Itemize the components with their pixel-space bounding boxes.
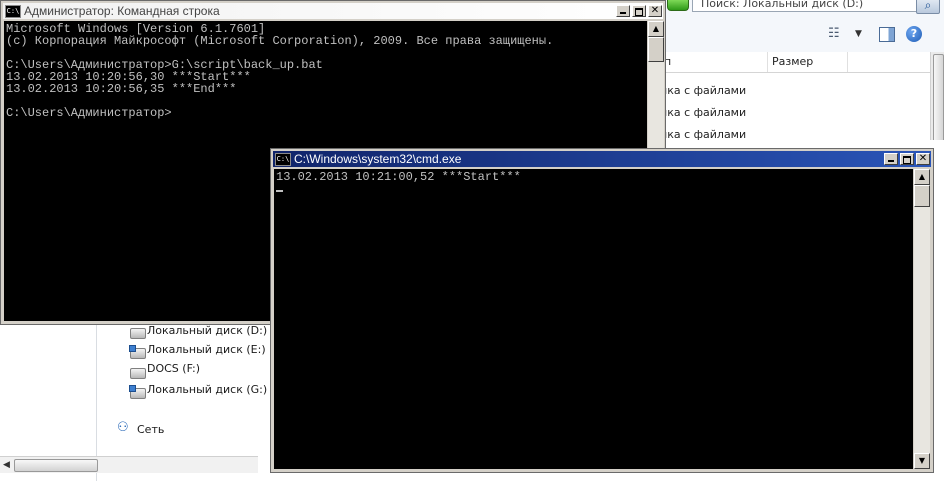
- file-list-row[interactable]: пка с файлами: [660, 103, 746, 123]
- up-arrow-icon: ▲: [652, 24, 660, 33]
- help-icon[interactable]: ?: [906, 26, 922, 42]
- console-line: 13.02.2013 10:20:56,35 ***End***: [6, 82, 237, 96]
- file-list-scrollbar[interactable]: [930, 52, 944, 152]
- close-icon: ✕: [918, 153, 928, 164]
- scroll-left-icon[interactable]: ◀: [3, 460, 10, 470]
- scroll-up-button[interactable]: ▲: [914, 169, 930, 185]
- cmd-window-batch: C:\ C:\Windows\system32\cmd.exe ✕ 13.02.…: [270, 148, 934, 473]
- navigation-pane-hscrollbar[interactable]: ◀: [0, 456, 258, 473]
- console-vscrollbar[interactable]: ▲ ▼: [914, 169, 930, 469]
- console-text: 13.02.2013 10:21:00,52 ***Start***: [274, 169, 913, 195]
- scrollbar-thumb[interactable]: [914, 185, 930, 207]
- network-drive-icon: [129, 385, 146, 399]
- view-dropdown-icon[interactable]: ▼: [855, 29, 862, 39]
- console-text: Microsoft Windows [Version 6.1.7601] (c)…: [4, 21, 647, 119]
- drive-icon: [130, 368, 146, 379]
- window-title: Администратор: Командная строка: [24, 4, 220, 18]
- down-arrow-icon: ▼: [918, 456, 926, 465]
- scroll-down-button[interactable]: ▼: [914, 453, 930, 469]
- console-line: (c) Корпорация Майкрософт (Microsoft Cor…: [6, 34, 554, 48]
- preview-pane-icon[interactable]: [879, 27, 895, 42]
- view-options-icon[interactable]: ☷: [828, 27, 844, 40]
- nav-item-drive-f[interactable]: DOCS (F:): [147, 360, 200, 378]
- forward-button[interactable]: [667, 0, 689, 11]
- nav-item-drive-g[interactable]: Локальный диск (G:): [147, 381, 267, 399]
- file-list-row[interactable]: пка с файлами: [660, 81, 746, 101]
- search-icon: ⌕: [924, 0, 932, 12]
- cmd-app-icon[interactable]: C:\: [5, 4, 21, 18]
- window-title: C:\Windows\system32\cmd.exe: [294, 152, 462, 166]
- console-output[interactable]: 13.02.2013 10:21:00,52 ***Start***: [274, 169, 913, 469]
- drive-icon: [130, 328, 146, 339]
- scrollbar-thumb[interactable]: [14, 459, 98, 472]
- scrollbar-thumb[interactable]: [648, 37, 664, 62]
- console-line: 13.02.2013 10:21:00,52 ***Start***: [276, 170, 521, 184]
- close-button[interactable]: ✕: [916, 153, 930, 165]
- text-cursor: [276, 190, 283, 192]
- nav-item-drive-e[interactable]: Локальный диск (E:): [147, 341, 266, 359]
- search-input[interactable]: Поиск: Локальный диск (D:): [692, 0, 922, 12]
- maximize-button[interactable]: [632, 5, 646, 17]
- cmd-titlebar[interactable]: C:\ Администратор: Командная строка ✕: [3, 3, 663, 19]
- cmd-app-icon[interactable]: C:\: [275, 152, 291, 166]
- console-line: C:\Users\Администратор>: [6, 106, 172, 120]
- up-arrow-icon: ▲: [918, 172, 926, 181]
- network-drive-icon: [129, 345, 146, 359]
- close-icon: ✕: [650, 5, 660, 16]
- maximize-button[interactable]: [900, 153, 914, 165]
- scroll-up-button[interactable]: ▲: [648, 21, 664, 37]
- close-button[interactable]: ✕: [648, 5, 662, 17]
- network-icon: ⚇: [117, 420, 129, 435]
- file-list-header: п Размер: [660, 52, 930, 73]
- scrollbar-thumb[interactable]: [933, 54, 944, 146]
- nav-item-network[interactable]: Сеть: [137, 421, 164, 439]
- search-button[interactable]: ⌕: [916, 0, 940, 14]
- minimize-button[interactable]: [616, 5, 630, 17]
- column-name-header[interactable]: п: [660, 52, 768, 72]
- cmd-titlebar[interactable]: C:\ C:\Windows\system32\cmd.exe ✕: [273, 151, 931, 167]
- column-size-header[interactable]: Размер: [768, 52, 848, 72]
- minimize-button[interactable]: [884, 153, 898, 165]
